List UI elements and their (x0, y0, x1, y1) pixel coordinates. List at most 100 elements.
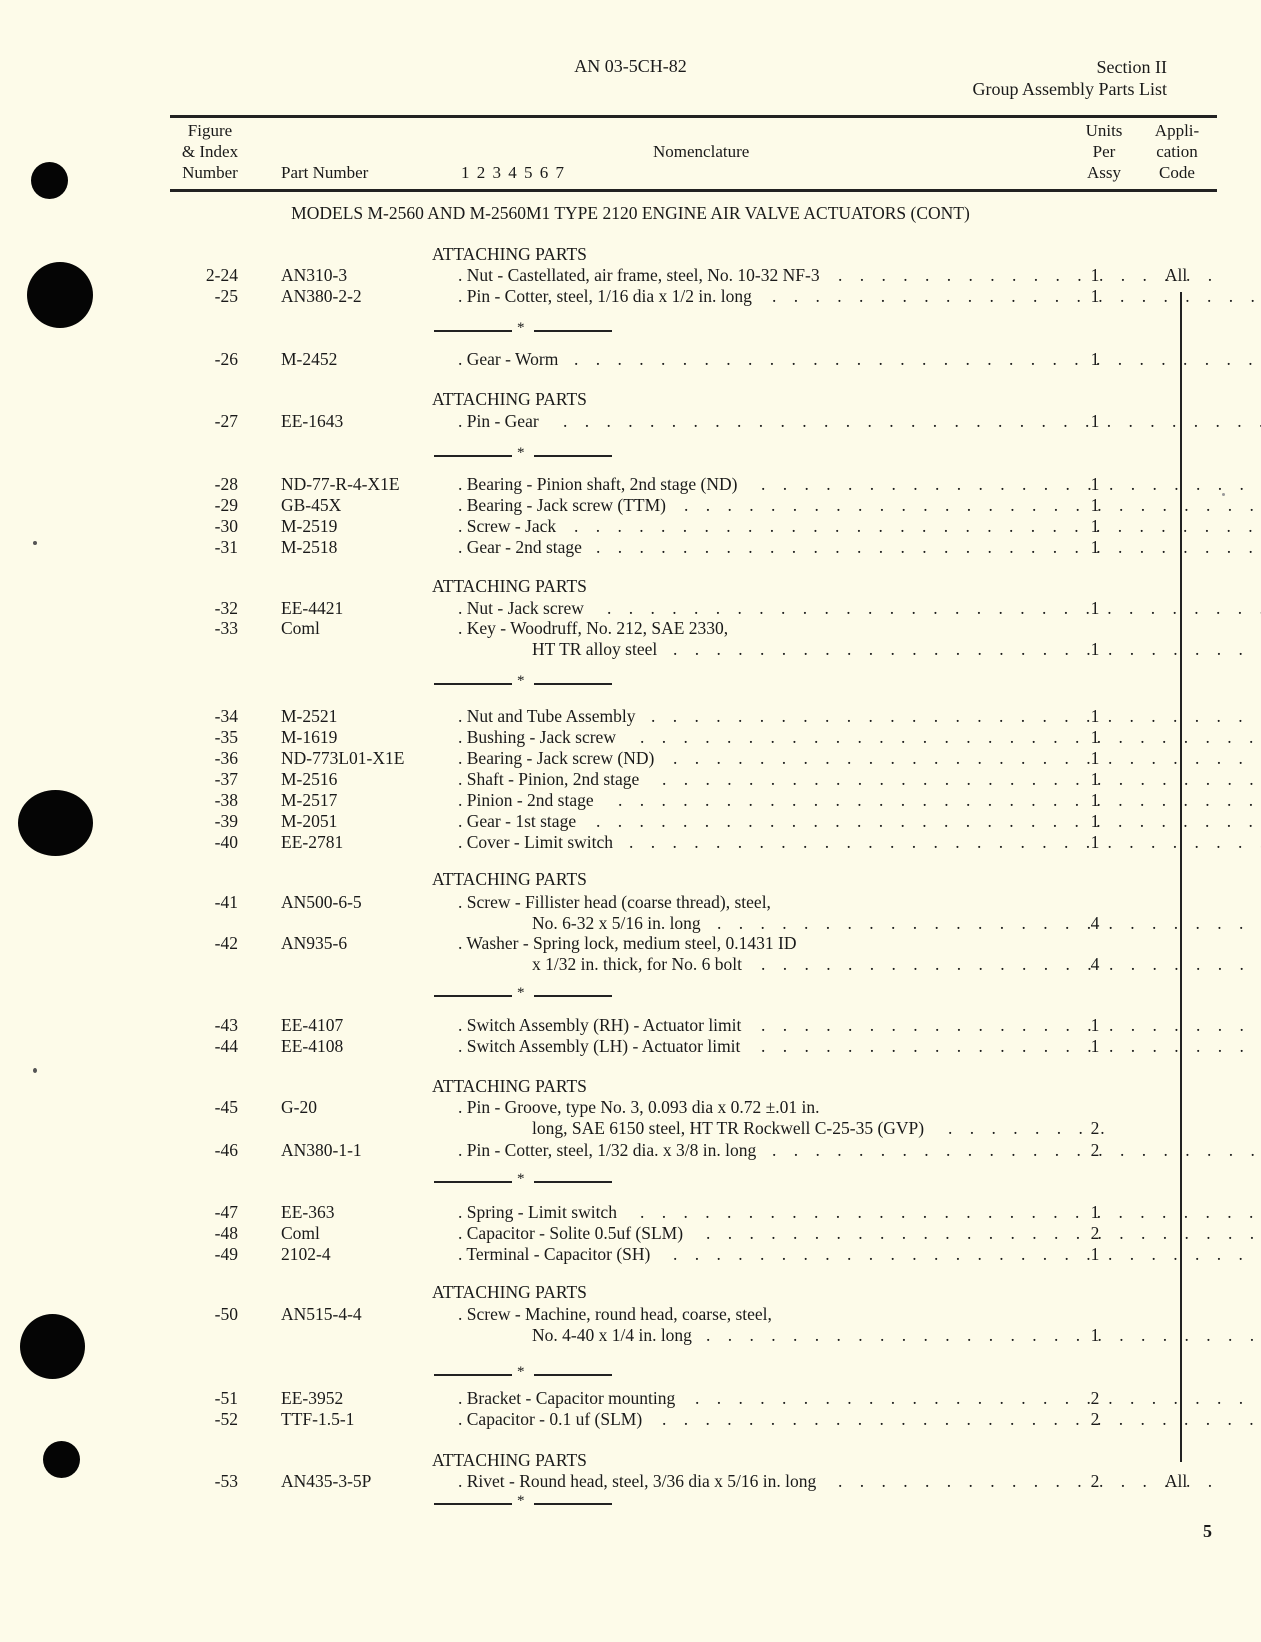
table-row: -36 ND-773L01-X1E . Bearing - Jack screw (… (0, 747, 1261, 769)
models-title: MODELS M-2560 AND M-2560M1 TYPE 2120 ENG… (291, 203, 970, 223)
attaching-parts-separator: * (434, 445, 624, 462)
table-row: -44 EE-4108 . Switch Assembly (LH) - Actua… (0, 1035, 1261, 1057)
part-number: 2102-4 (281, 1244, 331, 1264)
units-per-assy: 1 (1090, 286, 1100, 306)
units-per-assy: 1 (1090, 537, 1100, 557)
nomenclature: . Pinion - 2nd stage (458, 790, 594, 810)
dot-leader: . . . . . . . . . . . . . . . . . . . . … (563, 411, 1261, 431)
dot-leader: . . . . . . . . . . . . . . . . . . . . … (684, 495, 1261, 515)
dot-leader: . . . . . . . . . . . . . . . . . . . . … (607, 598, 1261, 618)
nomenclature: . Switch Assembly (RH) - Actuator limit (458, 1015, 742, 1035)
table-row: -47 EE-363 . Spring - Limit switch . . . . … (0, 1201, 1261, 1223)
part-number: ND-773L01-X1E (281, 748, 405, 768)
application-code: All (1164, 265, 1188, 285)
units-per-assy: 2 (1090, 1471, 1100, 1491)
figure-index: -44 (214, 1036, 238, 1056)
figure-index: -48 (214, 1223, 238, 1243)
part-number: ND-77-R-4-X1E (281, 474, 400, 494)
figure-index: -52 (214, 1409, 238, 1429)
units-per-assy: 1 (1090, 1325, 1100, 1345)
dot-leader: . . . . . . . . . . . . . . . . . . . . … (761, 474, 1261, 494)
table-row: -48 Coml . Capacitor - Solite 0.5uf (SLM).… (0, 1222, 1261, 1244)
part-number: AN435-3-5P (281, 1471, 372, 1491)
attaching-parts-separator: * (434, 1493, 624, 1510)
attaching-parts-separator: * (434, 1364, 624, 1381)
dot-leader: . . . . . . . . . . . . . . . . . . . . … (695, 1388, 1261, 1408)
figure-index: -43 (214, 1015, 238, 1035)
units-per-assy: 1 (1090, 832, 1100, 852)
table-row-continuation: long, SAE 6150 steel, HT TR Rockwell C-2… (0, 1117, 1261, 1139)
units-per-assy: 1 (1090, 706, 1100, 726)
dot-leader: . . . . . . . . . . . . . . . . . . . . … (772, 286, 1261, 306)
dot-leader: . . . . . . . . . . . . . . . . . . . . … (706, 1325, 1261, 1345)
dot-leader: . . . . . . . . . . . . . . . . . . . . … (761, 1015, 1261, 1035)
units-per-assy: 2 (1090, 1223, 1100, 1243)
attaching-parts-label: ATTACHING PARTS (432, 244, 587, 264)
nomenclature-continued: HT TR alloy steel (532, 639, 658, 659)
nomenclature-continued: long, SAE 6150 steel, HT TR Rockwell C-2… (532, 1118, 925, 1138)
header-bottom-rule (170, 189, 1217, 192)
dot-leader: . . . . . . . . . . . . . . . . . . . . … (673, 1244, 1261, 1264)
nomenclature: . Cover - Limit switch (458, 832, 614, 852)
table-row: -51 EE-3952 . Bracket - Capacitor mounting… (0, 1387, 1261, 1409)
figure-index: -39 (214, 811, 238, 831)
table-row: 2-24 AN310-3 . Nut - Castellated, air fram… (0, 264, 1261, 286)
units-per-assy: 1 (1090, 769, 1100, 789)
nomenclature: . Gear - 2nd stage (458, 537, 582, 557)
col-application-code: Appli- cation Code (1154, 121, 1200, 182)
attaching-parts-separator: * (434, 1171, 624, 1188)
part-number: M-2521 (281, 706, 338, 726)
section-title: Group Assembly Parts List (972, 79, 1167, 99)
part-number: TTF-1.5-1 (281, 1409, 355, 1429)
part-number: EE-3952 (281, 1388, 344, 1408)
table-row: -31 M-2518 . Gear - 2nd stage . . . . . . .… (0, 536, 1261, 558)
figure-index: -38 (214, 790, 238, 810)
nomenclature: . Pin - Cotter, steel, 1/32 dia. x 3/8 i… (458, 1140, 757, 1160)
dot-leader: . . . . . . . . . . . . . . . . . . . . … (662, 1409, 1261, 1429)
table-row: -40 EE-2781 . Cover - Limit switch . . . . … (0, 831, 1261, 853)
figure-index: -26 (214, 349, 238, 369)
units-per-assy: 4 (1090, 913, 1100, 933)
part-number: EE-1643 (281, 411, 344, 431)
nomenclature: . Nut and Tube Assembly (458, 706, 636, 726)
figure-index: -45 (214, 1097, 238, 1117)
attaching-parts-label: ATTACHING PARTS (432, 1450, 587, 1470)
table-row: -43 EE-4107 . Switch Assembly (RH) - Actua… (0, 1014, 1261, 1036)
figure-index: -41 (214, 892, 238, 912)
attaching-parts-separator: * (434, 673, 624, 690)
part-number: EE-4107 (281, 1015, 344, 1035)
table-row: -25 AN380-2-2 . Pin - Cotter, steel, 1/16 … (0, 285, 1261, 307)
nomenclature: . Gear - 1st stage (458, 811, 577, 831)
table-row: -29 GB-45X . Bearing - Jack screw (TTM) . .… (0, 494, 1261, 516)
table-row: -39 M-2051 . Gear - 1st stage . . . . . . .… (0, 810, 1261, 832)
table-row-continuation: HT TR alloy steel . . . . . . . . . . . .… (0, 638, 1261, 660)
col-nomenclature: Nomenclature (653, 142, 750, 161)
attaching-parts-label: ATTACHING PARTS (432, 1282, 587, 1302)
scan-speck (33, 1068, 37, 1073)
part-number: M-1619 (281, 727, 338, 747)
nomenclature: . Washer - Spring lock, medium steel, 0.… (458, 933, 797, 953)
table-row-continuation: No. 4-40 x 1/4 in. long . . . . . . . . .… (0, 1324, 1261, 1346)
nomenclature: . Bearing - Jack screw (ND) (458, 748, 655, 768)
figure-index: -30 (214, 516, 238, 536)
col-indent-levels: 1 2 3 4 5 6 7 (461, 163, 564, 182)
dot-leader: . . . . . . . . . . . . . . . . . . . . … (574, 349, 1261, 369)
part-number: M-2516 (281, 769, 338, 789)
part-number: AN500-6-5 (281, 892, 362, 912)
part-number: AN515-4-4 (281, 1304, 362, 1324)
figure-index: -53 (214, 1471, 238, 1491)
section-label: Section II (1096, 57, 1167, 77)
section-header: Section II Group Assembly Parts List (972, 56, 1167, 100)
table-row: -27 EE-1643 . Pin - Gear . . . . . . . . . … (0, 410, 1261, 432)
dot-leader: . . . . . . . . . . . . . . . . . . . . … (651, 706, 1261, 726)
nomenclature: . Capacitor - Solite 0.5uf (SLM) (458, 1223, 684, 1243)
units-per-assy: 1 (1090, 349, 1100, 369)
binder-hole (31, 162, 68, 199)
nomenclature: . Switch Assembly (LH) - Actuator limit (458, 1036, 741, 1056)
part-number: AN935-6 (281, 933, 348, 953)
nomenclature: . Key - Woodruff, No. 212, SAE 2330, (458, 618, 729, 638)
nomenclature: . Shaft - Pinion, 2nd stage (458, 769, 640, 789)
application-code-bracket-line (1180, 292, 1182, 1462)
part-number: M-2517 (281, 790, 338, 810)
col-figure-index: Figure & Index Number (181, 121, 239, 182)
